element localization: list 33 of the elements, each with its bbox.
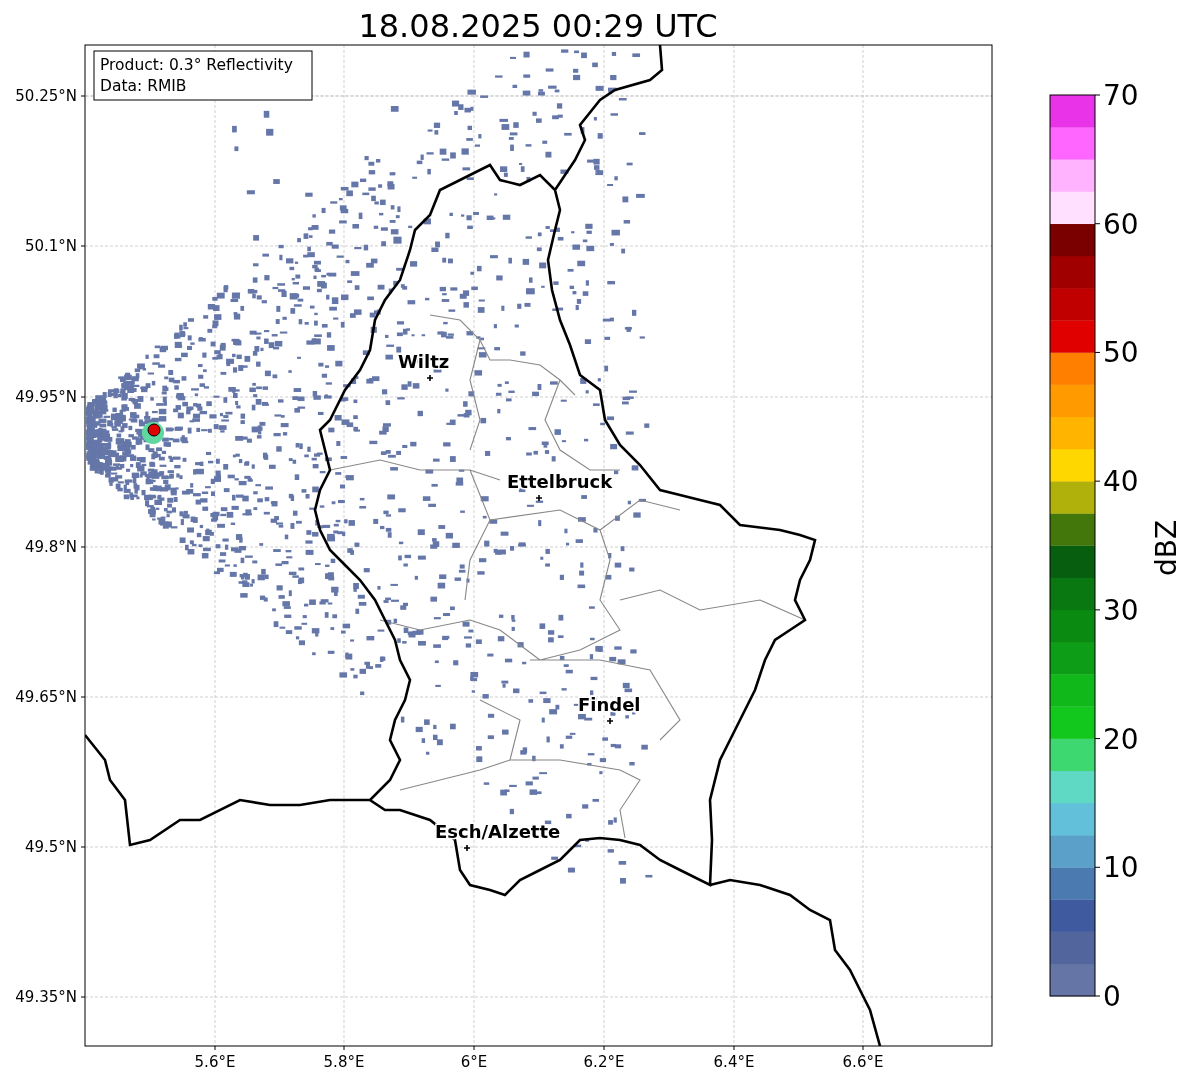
- city-label: Ettelbruck: [507, 471, 613, 492]
- colorbar-tick-label: 10: [1103, 851, 1139, 885]
- axis-tick-label: 49.8°N: [24, 538, 77, 556]
- colorbar-tick-label: 30: [1103, 593, 1139, 627]
- colorbar-tick-label: 40: [1103, 465, 1139, 499]
- legend-text: Product: 0.3° Reflectivity: [100, 56, 293, 74]
- colorbar-tick-label: 70: [1103, 79, 1139, 112]
- colorbar-label: dBZ: [1150, 519, 1183, 577]
- axis-tick-label: 49.35°N: [15, 988, 77, 1006]
- axis-tick-label: 6°E: [460, 1053, 488, 1071]
- plus-marker-icon: [606, 717, 614, 725]
- plus-marker-icon: [463, 844, 471, 852]
- plus-marker-icon: [535, 494, 543, 502]
- radar-site-icon: [142, 422, 164, 444]
- plus-marker-icon: [426, 374, 434, 382]
- axis-tick-label: 50.1°N: [24, 237, 77, 255]
- axis-tick-label: 5.8°E: [323, 1053, 365, 1071]
- colorbar-tick-label: 20: [1103, 722, 1139, 756]
- axis-tick-label: 49.95°N: [15, 388, 77, 406]
- colorbar-tick-label: 0: [1103, 980, 1121, 1013]
- axis-tick-label: 6.6°E: [842, 1053, 884, 1071]
- chart-title: 18.08.2025 00:29 UTC: [358, 7, 718, 45]
- legend-text: Data: RMIB: [100, 77, 187, 95]
- colorbar-tick-label: 50: [1103, 336, 1139, 370]
- axis-tick-label: 50.25°N: [15, 87, 77, 105]
- axis-tick-label: 49.65°N: [15, 688, 77, 706]
- axis-tick-label: 5.6°E: [194, 1053, 236, 1071]
- axis-tick-label: 6.4°E: [713, 1053, 755, 1071]
- city-label: Findel: [578, 694, 641, 715]
- axis-tick-label: 6.2°E: [583, 1053, 625, 1071]
- colorbar-tick-label: 60: [1103, 207, 1139, 241]
- axis-tick-label: 49.5°N: [24, 838, 77, 856]
- city-label: Wiltz: [398, 351, 450, 372]
